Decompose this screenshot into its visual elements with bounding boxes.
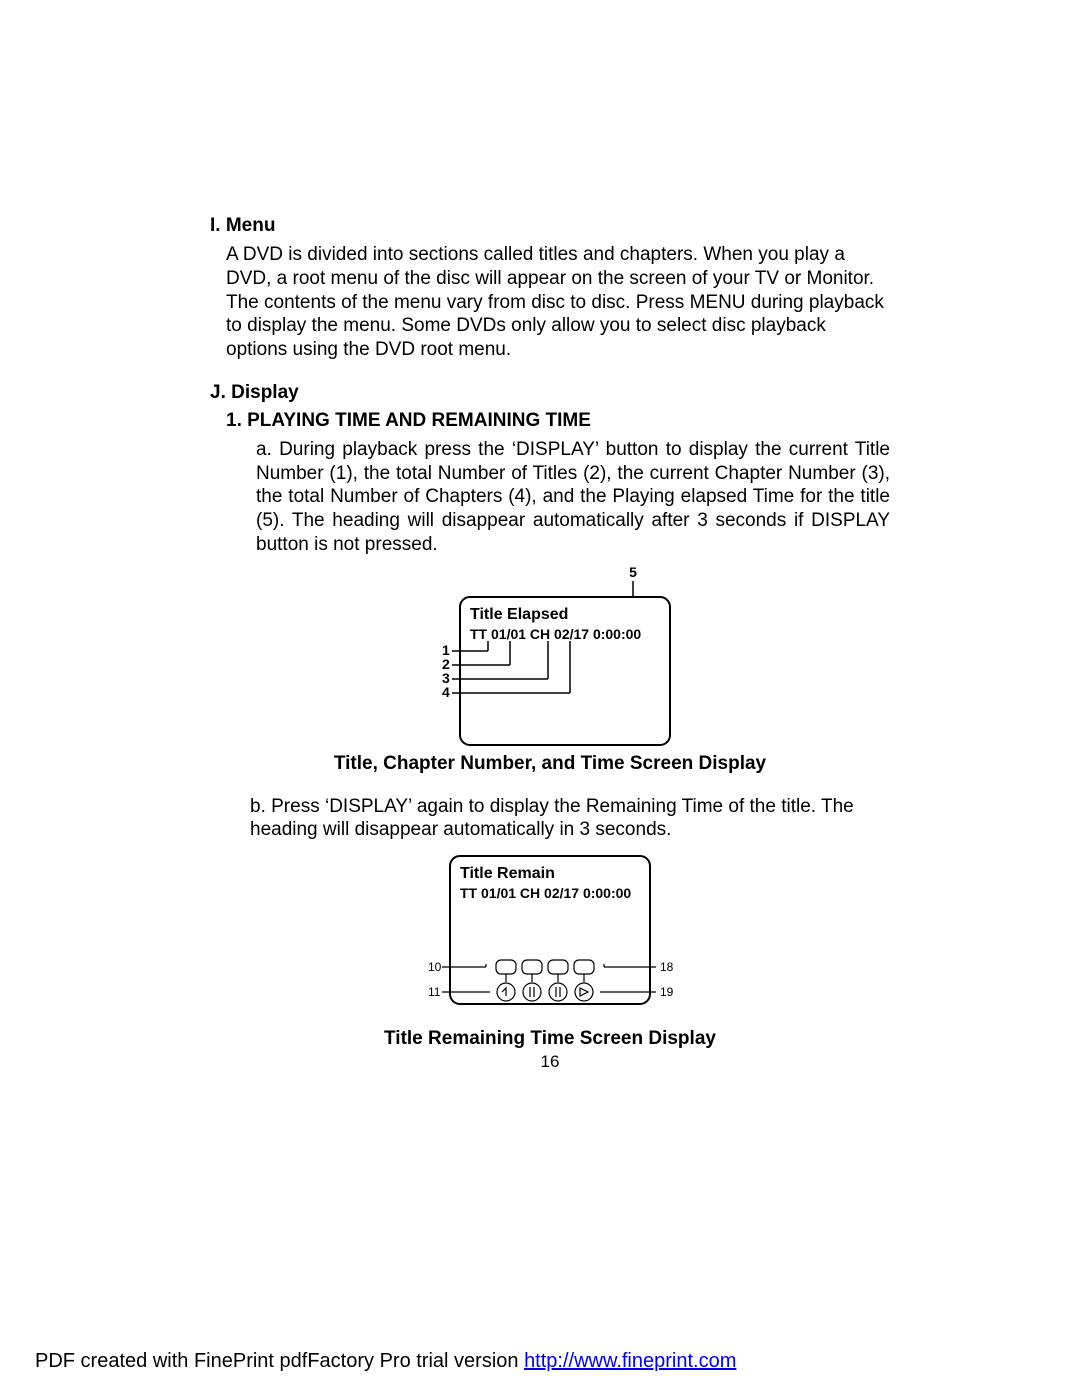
- section-j-item-b: b. Press ‘DISPLAY’ again to display the …: [250, 795, 890, 843]
- footer-link[interactable]: http://www.fineprint.com: [524, 1350, 736, 1372]
- fig2-left-b: 11: [428, 985, 441, 999]
- section-i-body: A DVD is divided into sections called ti…: [226, 243, 890, 362]
- fig1-label-4: 4: [442, 684, 450, 700]
- fig1-line1: Title Elapsed: [470, 606, 568, 623]
- section-i-heading: I. Menu: [210, 215, 890, 237]
- figure-1-svg: Title Elapsed TT 01/01 CH 02/17 0:00:00 …: [420, 567, 680, 747]
- figure-1-caption: Title, Chapter Number, and Time Screen D…: [210, 753, 890, 775]
- fig1-label-5: 5: [629, 567, 637, 580]
- figure-2-svg: Title Remain TT 01/01 CH 02/17 0:00:00: [420, 852, 680, 1022]
- fig2-line2: TT 01/01 CH 02/17 0:00:00: [460, 885, 631, 901]
- fig2-right-a: 18: [660, 960, 674, 974]
- fig2-right-b: 19: [660, 985, 674, 999]
- pdf-footer: PDF created with FinePrint pdfFactory Pr…: [35, 1350, 736, 1373]
- figure-2-caption: Title Remaining Time Screen Display: [210, 1028, 890, 1050]
- section-j-heading: J. Display: [210, 382, 890, 404]
- figure-2-wrap: Title Remain TT 01/01 CH 02/17 0:00:00: [210, 852, 890, 1022]
- footer-prefix: PDF created with FinePrint pdfFactory Pr…: [35, 1350, 524, 1372]
- section-j-sub1-heading: 1. PLAYING TIME AND REMAINING TIME: [226, 410, 890, 432]
- figure-1-wrap: Title Elapsed TT 01/01 CH 02/17 0:00:00 …: [210, 567, 890, 747]
- page-number: 16: [210, 1052, 890, 1072]
- page-content: I. Menu A DVD is divided into sections c…: [210, 215, 890, 1072]
- fig2-line1: Title Remain: [460, 865, 555, 882]
- fig2-left-a: 10: [428, 960, 442, 974]
- section-j-item-a: a. During playback press the ‘DISPLAY’ b…: [256, 438, 890, 557]
- fig1-line2: TT 01/01 CH 02/17 0:00:00: [470, 626, 641, 642]
